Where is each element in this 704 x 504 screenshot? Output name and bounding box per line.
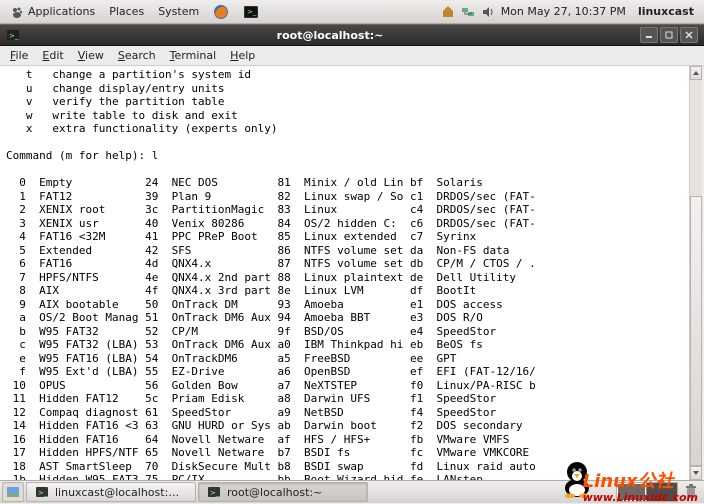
tux-logo — [560, 458, 594, 501]
user-menu[interactable]: linuxcast — [632, 5, 694, 18]
scroll-up-button[interactable] — [690, 66, 702, 80]
launcher-terminal[interactable]: >_ — [237, 2, 265, 22]
terminal-window-icon: >_ — [6, 28, 20, 42]
maximize-button[interactable] — [660, 27, 678, 43]
places-label: Places — [109, 5, 144, 18]
show-desktop-button[interactable] — [2, 482, 24, 502]
task-item-root[interactable]: >_ root@localhost:~ — [198, 482, 368, 502]
menubar: File Edit View Search Terminal Help — [0, 46, 704, 66]
vertical-scrollbar[interactable] — [689, 66, 702, 480]
places-menu[interactable]: Places — [103, 3, 150, 20]
clock[interactable]: Mon May 27, 10:37 PM — [501, 5, 626, 18]
terminal-output[interactable]: t change a partition's system id u chang… — [0, 66, 704, 480]
workspace-2[interactable] — [647, 483, 677, 501]
window-buttons — [640, 27, 698, 43]
applications-menu[interactable]: Applications — [4, 3, 101, 21]
trash-applet[interactable] — [680, 482, 702, 502]
network-icon[interactable] — [461, 5, 475, 19]
window-title: root@localhost:~ — [26, 29, 634, 42]
close-button[interactable] — [680, 27, 698, 43]
firefox-icon — [213, 4, 229, 20]
top-panel: Applications Places System >_ Mon May 27… — [0, 0, 704, 24]
system-label: System — [158, 5, 199, 18]
desktop-icon — [6, 485, 20, 499]
menu-search[interactable]: Search — [112, 47, 162, 64]
menu-file[interactable]: File — [4, 47, 34, 64]
terminal-icon: >_ — [35, 485, 49, 499]
applications-label: Applications — [28, 5, 95, 18]
window-titlebar[interactable]: >_ root@localhost:~ — [0, 24, 704, 46]
task-item-linuxcast[interactable]: >_ linuxcast@localhost:… — [26, 482, 196, 502]
menu-edit[interactable]: Edit — [36, 47, 69, 64]
scroll-track[interactable] — [690, 80, 702, 466]
menu-view[interactable]: View — [72, 47, 110, 64]
svg-text:>_: >_ — [247, 8, 257, 16]
panel-left-group: Applications Places System >_ — [4, 2, 265, 22]
task-label: linuxcast@localhost:… — [55, 486, 179, 499]
panel-tray: Mon May 27, 10:37 PM linuxcast — [441, 5, 700, 19]
svg-text:>_: >_ — [210, 489, 220, 497]
scroll-thumb[interactable] — [690, 196, 702, 466]
minimize-button[interactable] — [640, 27, 658, 43]
workspace-switcher[interactable] — [616, 482, 678, 502]
trash-icon — [684, 484, 698, 500]
system-menu[interactable]: System — [152, 3, 205, 20]
launcher-firefox[interactable] — [207, 2, 235, 22]
workspace-1[interactable] — [617, 483, 647, 501]
update-icon[interactable] — [441, 5, 455, 19]
terminal-icon: >_ — [207, 485, 221, 499]
svg-text:>_: >_ — [9, 32, 19, 40]
gnome-foot-icon — [10, 5, 24, 19]
task-label: root@localhost:~ — [227, 486, 322, 499]
volume-icon[interactable] — [481, 5, 495, 19]
svg-text:>_: >_ — [38, 489, 48, 497]
bottom-panel: >_ linuxcast@localhost:… >_ root@localho… — [0, 480, 704, 503]
menu-help[interactable]: Help — [224, 47, 261, 64]
terminal-icon: >_ — [243, 4, 259, 20]
scroll-down-button[interactable] — [690, 466, 702, 480]
menu-terminal[interactable]: Terminal — [164, 47, 223, 64]
